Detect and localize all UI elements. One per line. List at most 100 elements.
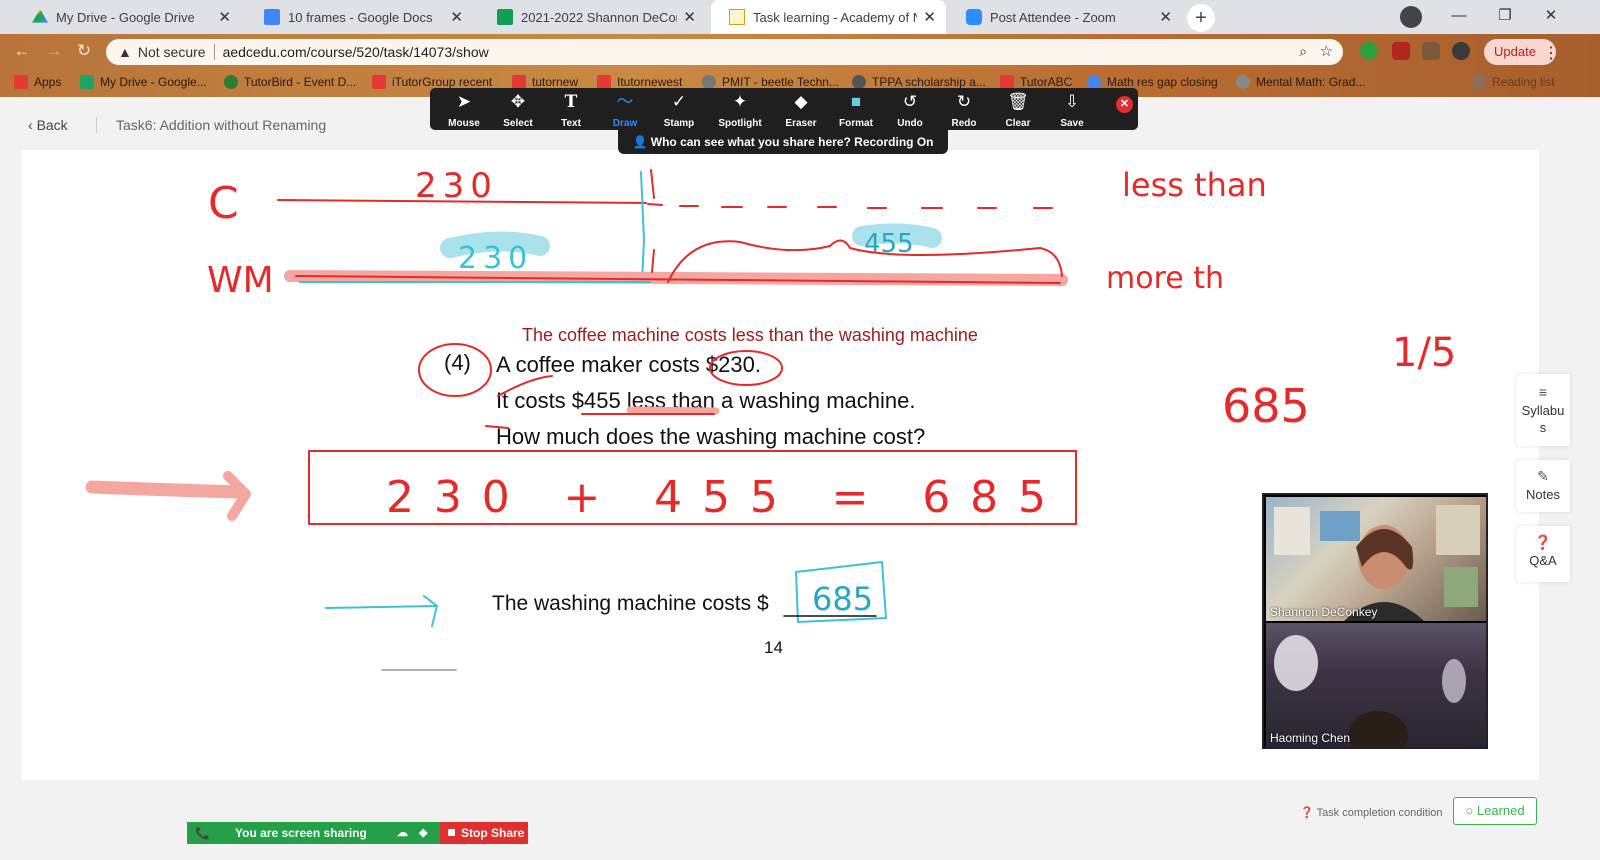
pencil-icon: ✎ — [1537, 468, 1549, 484]
new-tab-button[interactable]: + — [1187, 4, 1215, 32]
puzzle-icon[interactable] — [1422, 42, 1440, 60]
phone-icon: 📞 — [195, 826, 210, 840]
text-icon: T — [564, 92, 578, 112]
side-tab-label: Q&A — [1529, 553, 1557, 568]
google-drive-icon — [80, 75, 94, 89]
video-tile[interactable]: Haoming Chen — [1266, 623, 1486, 759]
tool-select[interactable]: ✥ Select — [492, 92, 544, 129]
tab-google-sheets[interactable]: 2021-2022 Shannon DeConkey - ✕ — [479, 0, 706, 34]
avatar[interactable] — [1452, 42, 1470, 60]
address-bar[interactable]: ▲ Not secure aedcedu.com/course/520/task… — [106, 39, 1343, 65]
tab-qa[interactable]: ❓ Q&A — [1516, 526, 1570, 582]
task-completion-condition[interactable]: ❓ Task completion condition — [1300, 806, 1443, 819]
bookmark-star-icon[interactable]: ☆ — [1320, 42, 1333, 60]
stop-share-button[interactable]: Stop Share — [440, 822, 528, 844]
tool-mouse[interactable]: ➤ Mouse — [438, 92, 490, 129]
side-tab-label: Notes — [1526, 487, 1560, 502]
eraser-icon: ◆ — [794, 92, 808, 111]
menu-dots-icon[interactable]: ⋮ — [1543, 43, 1559, 63]
reload-icon[interactable]: ↻ — [74, 41, 94, 61]
circle-icon: ○ — [1465, 803, 1477, 818]
draw-icon: 〜 — [616, 92, 634, 111]
back-arrow-icon[interactable]: ← — [12, 41, 32, 61]
chevron-left-icon: ‹ — [28, 117, 37, 133]
forward-arrow-icon[interactable]: → — [44, 41, 64, 61]
video-gallery[interactable]: Shannon DeConkey Haoming Chen — [1262, 493, 1488, 759]
page-number: 14 — [764, 638, 783, 657]
bookmark-tutorbird[interactable]: TutorBird - Event D... — [224, 75, 356, 89]
problem-number: (4) — [444, 350, 471, 375]
tool-format[interactable]: ■ Format — [830, 92, 882, 129]
globe-icon — [702, 75, 716, 89]
person-icon: 👤 — [632, 135, 651, 149]
close-icon[interactable]: ✕ — [923, 8, 936, 26]
tab-syllabus[interactable]: ≡ Syllabus — [1516, 374, 1570, 446]
page-title: Task6: Addition without Renaming — [116, 117, 327, 133]
tool-eraser[interactable]: ◆ Eraser — [775, 92, 827, 129]
undo-icon: ↺ — [902, 92, 918, 111]
bookmark-tutorabc[interactable]: TutorABC — [1000, 75, 1072, 89]
screen-share-bar: 📞 You are screen sharing ☁ ◆ Stop Share — [187, 822, 528, 844]
checkmark-icon: ✓ — [671, 92, 687, 111]
zoom-lens-icon[interactable]: ⌕ — [1299, 43, 1307, 60]
bookmark-mental-math[interactable]: Mental Math: Grad... — [1236, 75, 1365, 89]
tab-zoom[interactable]: Post Attendee - Zoom ✕ — [948, 0, 1182, 34]
tool-save[interactable]: ⇩ Save — [1046, 92, 1098, 129]
participant-video — [1274, 505, 1480, 621]
video-tile[interactable]: Shannon DeConkey — [1266, 497, 1486, 621]
bookmark-tutornew[interactable]: tutornew — [512, 75, 578, 89]
cloud-icon: ☁ — [397, 827, 408, 839]
bookmark-apps[interactable]: Apps — [14, 75, 61, 89]
tab-notes[interactable]: ✎ Notes — [1516, 460, 1570, 512]
zoom-icon — [966, 9, 982, 25]
bookmark-math-res[interactable]: Math res gap closing — [1087, 75, 1218, 89]
close-icon[interactable]: ✕ — [218, 8, 231, 26]
close-icon[interactable]: ✕ — [450, 8, 463, 26]
restore-icon[interactable]: ❐ — [1482, 0, 1528, 34]
tab-title: Post Attendee - Zoom — [990, 9, 1116, 25]
learned-button[interactable]: ○ Learned — [1453, 797, 1537, 825]
tool-redo[interactable]: ↻ Redo — [938, 92, 990, 129]
bookmark-itutornewest[interactable]: Itutornewest — [597, 75, 682, 89]
tool-clear[interactable]: 🗑 Clear — [992, 92, 1044, 129]
close-icon[interactable]: ✕ — [1159, 8, 1172, 26]
close-icon[interactable]: ✕ — [1116, 96, 1133, 113]
side-tab-label: Syllabus — [1521, 403, 1565, 435]
divider — [96, 117, 97, 133]
back-link[interactable]: ‹ Back — [28, 117, 68, 133]
apps-grid-icon — [14, 75, 28, 89]
close-window-icon[interactable]: ✕ — [1528, 0, 1574, 34]
problem-line: How much does the washing machine cost? — [496, 424, 926, 449]
tool-spotlight[interactable]: ✦ Spotlight — [714, 92, 766, 129]
redo-icon: ↻ — [956, 92, 972, 111]
problem-line: It costs $455 less than a washing machin… — [496, 388, 916, 413]
tab-title: 2021-2022 Shannon DeConkey - — [521, 9, 677, 25]
extension-icon[interactable] — [1360, 42, 1378, 60]
bookmark-itutorgroup[interactable]: iTutorGroup recent — [372, 75, 492, 89]
tool-stamp[interactable]: ✓ Stamp — [653, 92, 705, 129]
minimize-icon[interactable]: — — [1436, 0, 1482, 34]
close-icon[interactable]: ✕ — [683, 8, 696, 26]
bookmark-tppa[interactable]: TPPA scholarship a... — [852, 75, 986, 89]
sharing-status[interactable]: 📞 You are screen sharing ☁ ◆ — [187, 822, 440, 844]
bookmark-pmit[interactable]: PMIT - beetle Techn... — [702, 75, 839, 89]
tool-text[interactable]: T Text — [545, 92, 597, 129]
security-label: Not secure — [137, 44, 206, 60]
tab-google-docs[interactable]: 10 frames - Google Docs ✕ — [246, 0, 473, 34]
tab-search-icon[interactable] — [1400, 6, 1422, 28]
move-icon: ✥ — [510, 92, 526, 111]
bookmark-my-drive[interactable]: My Drive - Google... — [80, 75, 207, 89]
google-sheets-icon — [497, 9, 513, 25]
tab-google-drive[interactable]: My Drive - Google Drive ✕ — [14, 0, 241, 34]
tool-undo[interactable]: ↺ Undo — [884, 92, 936, 129]
back-label: Back — [36, 117, 68, 133]
spotlight-icon: ✦ — [732, 92, 748, 111]
tool-draw[interactable]: 〜 Draw — [599, 92, 651, 129]
reading-list[interactable]: Reading list — [1472, 75, 1555, 89]
ublock-icon[interactable] — [1392, 42, 1410, 60]
itutor-icon — [1000, 75, 1014, 89]
tab-task-learning[interactable]: Task learning - Academy of New ✕ — [711, 0, 946, 34]
url-text: aedcedu.com/course/520/task/14073/show — [222, 44, 489, 60]
browser-tab-bar: My Drive - Google Drive ✕ 10 frames - Go… — [0, 0, 1600, 34]
recording-banner[interactable]: 👤 Who can see what you share here? Recor… — [618, 130, 948, 154]
